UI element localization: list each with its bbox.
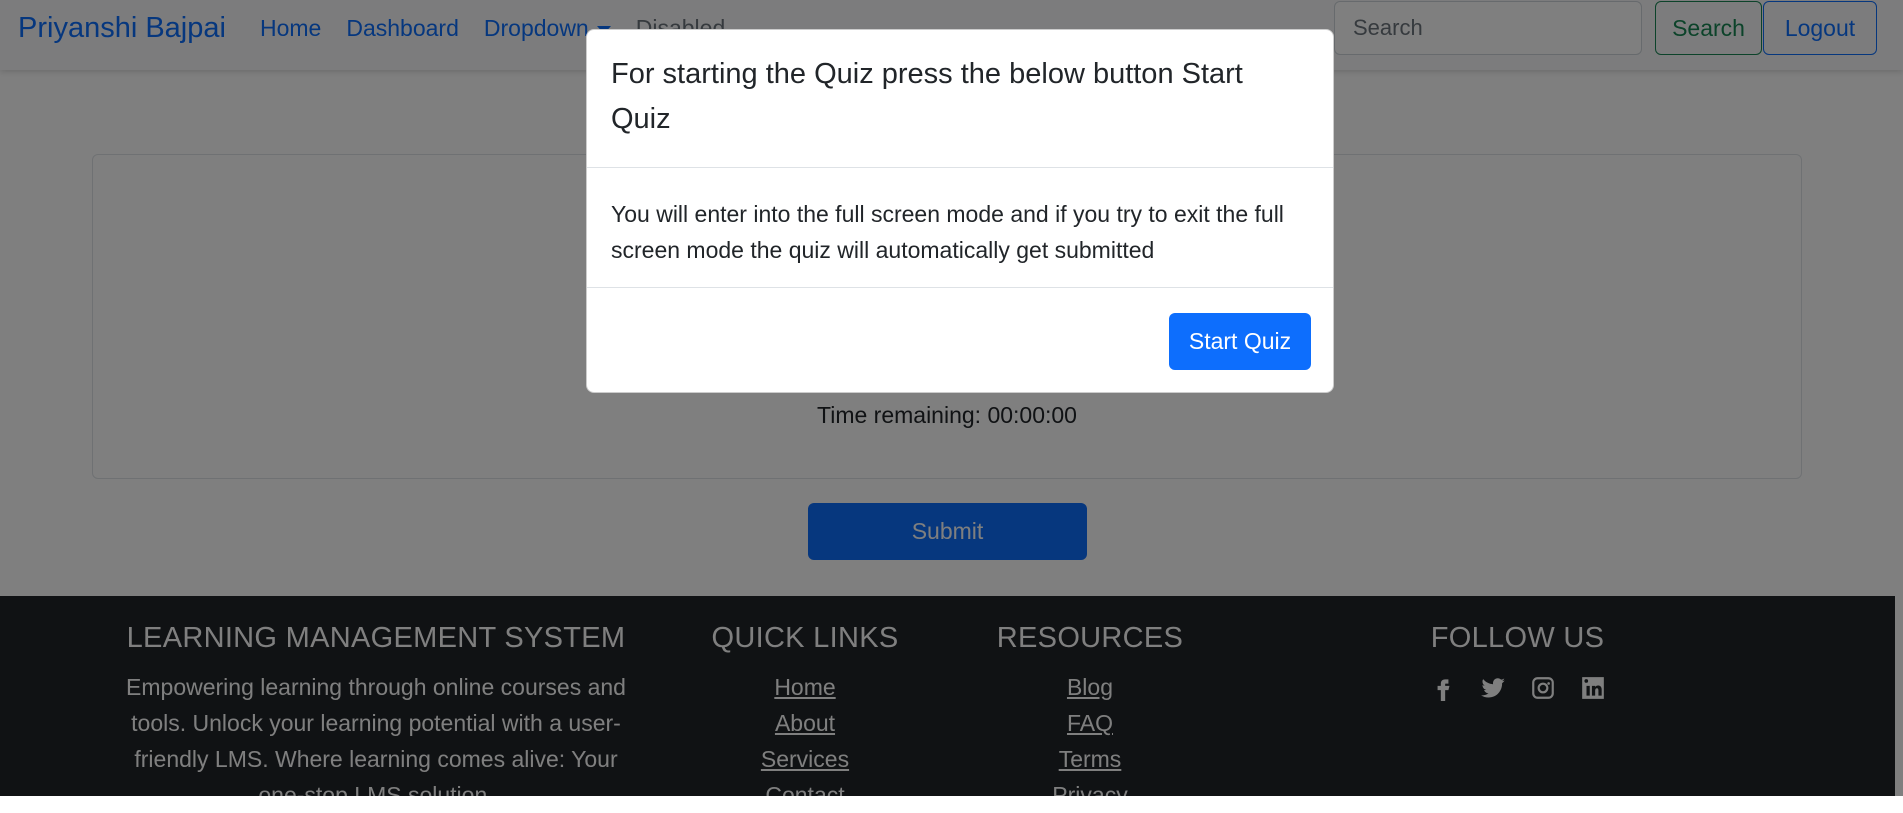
modal-title: For starting the Quiz press the below bu… bbox=[587, 30, 1333, 168]
modal-body-text: You will enter into the full screen mode… bbox=[587, 168, 1333, 288]
start-quiz-modal: For starting the Quiz press the below bu… bbox=[586, 29, 1334, 393]
start-quiz-button[interactable]: Start Quiz bbox=[1169, 313, 1311, 370]
